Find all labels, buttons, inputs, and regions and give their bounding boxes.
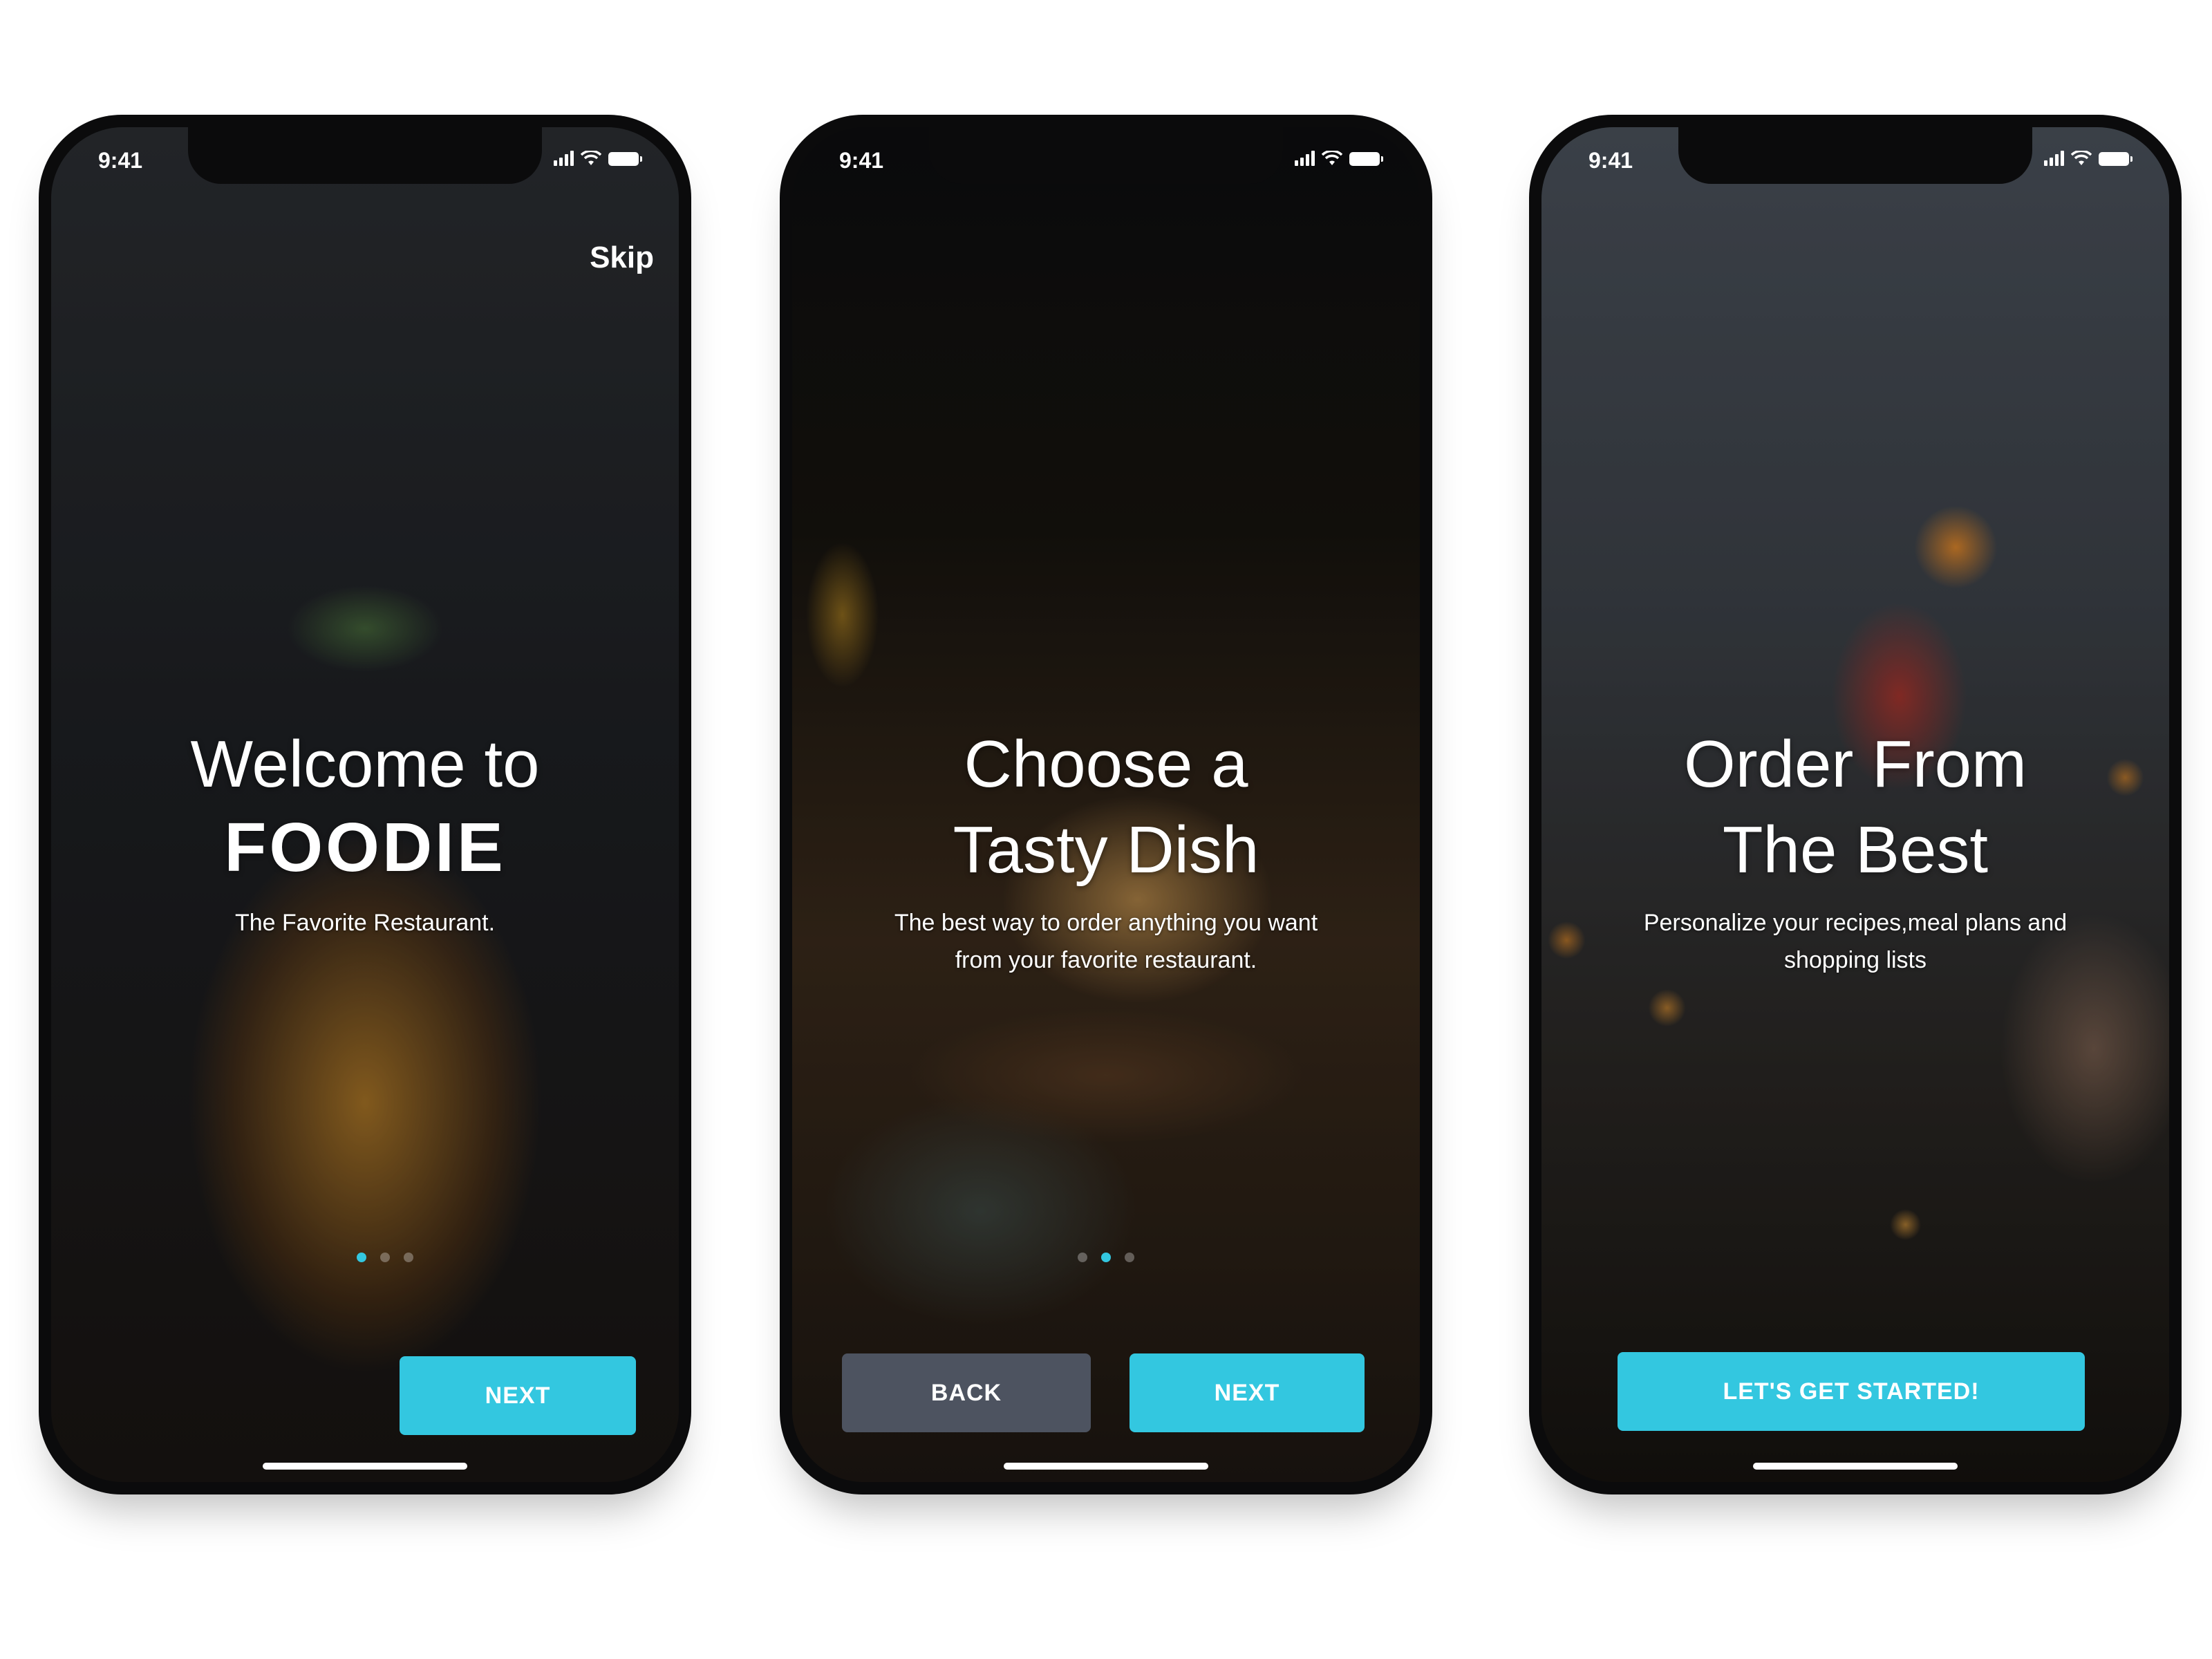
next-button[interactable]: NEXT	[1130, 1353, 1365, 1432]
subtitle-line: shopping lists	[1783, 947, 1927, 973]
page-dot-active	[357, 1253, 366, 1262]
order-best-subtitle: Personalize your recipes,meal plans and …	[1583, 904, 2128, 979]
status-icons	[554, 151, 642, 166]
home-indicator	[1004, 1463, 1208, 1470]
wifi-icon	[2071, 151, 2092, 165]
status-time: 9:41	[839, 148, 884, 173]
order-best-title: Order From The Best	[1541, 722, 2169, 893]
title-line: Order From	[1683, 727, 2027, 801]
next-button[interactable]: NEXT	[400, 1356, 636, 1435]
signal-icon	[554, 151, 574, 166]
welcome-screen: 9:41 Skip Welcome to FOODIE The Favorite…	[51, 127, 679, 1482]
wifi-icon	[1322, 151, 1342, 165]
status-icons	[1295, 151, 1383, 166]
welcome-title: Welcome to	[190, 727, 540, 801]
battery-icon	[1349, 152, 1383, 166]
signal-icon	[2044, 151, 2064, 166]
page-indicator	[1078, 1253, 1134, 1262]
home-indicator	[1753, 1463, 1958, 1470]
back-button[interactable]: BACK	[842, 1353, 1091, 1432]
title-line: The Best	[1722, 813, 1989, 887]
status-time: 9:41	[98, 148, 143, 173]
page-dot	[404, 1253, 413, 1262]
notch	[1678, 127, 2032, 184]
battery-icon	[2099, 152, 2133, 166]
battery-icon	[608, 152, 642, 166]
page-indicator	[357, 1253, 413, 1262]
phone-order-best: 9:41 Order From The Best Personalize you…	[1529, 115, 2182, 1494]
choose-dish-title: Choose a Tasty Dish	[792, 722, 1420, 893]
notch	[929, 127, 1283, 184]
page-dot	[1125, 1253, 1134, 1262]
order-best-screen: 9:41 Order From The Best Personalize you…	[1541, 127, 2169, 1482]
status-time: 9:41	[1588, 148, 1633, 173]
home-indicator	[263, 1463, 467, 1470]
subtitle-line: Personalize your recipes,meal plans and	[1643, 910, 2068, 936]
choose-dish-subtitle: The best way to order anything you want …	[834, 904, 1378, 979]
skip-link[interactable]: Skip	[590, 241, 654, 275]
page-dot-active	[1101, 1253, 1111, 1262]
notch	[188, 127, 542, 184]
title-line: Tasty Dish	[953, 813, 1259, 887]
welcome-subtitle: The Favorite Restaurant.	[234, 910, 496, 936]
phone-choose-dish: 9:41 Choose a Tasty Dish The best way to…	[780, 115, 1432, 1494]
subtitle-line: from your favorite restaurant.	[955, 947, 1257, 973]
get-started-button[interactable]: LET'S GET STARTED!	[1618, 1352, 2085, 1431]
signal-icon	[1295, 151, 1315, 166]
foodie-logo: FOODIE	[224, 809, 506, 886]
page-dot	[1078, 1253, 1087, 1262]
title-line: Choose a	[964, 727, 1248, 801]
wifi-icon	[581, 151, 601, 165]
status-icons	[2044, 151, 2133, 166]
page-dot	[380, 1253, 390, 1262]
choose-dish-screen: 9:41 Choose a Tasty Dish The best way to…	[792, 127, 1420, 1482]
subtitle-line: The best way to order anything you want	[894, 910, 1318, 936]
phone-welcome: 9:41 Skip Welcome to FOODIE The Favorite…	[39, 115, 691, 1494]
